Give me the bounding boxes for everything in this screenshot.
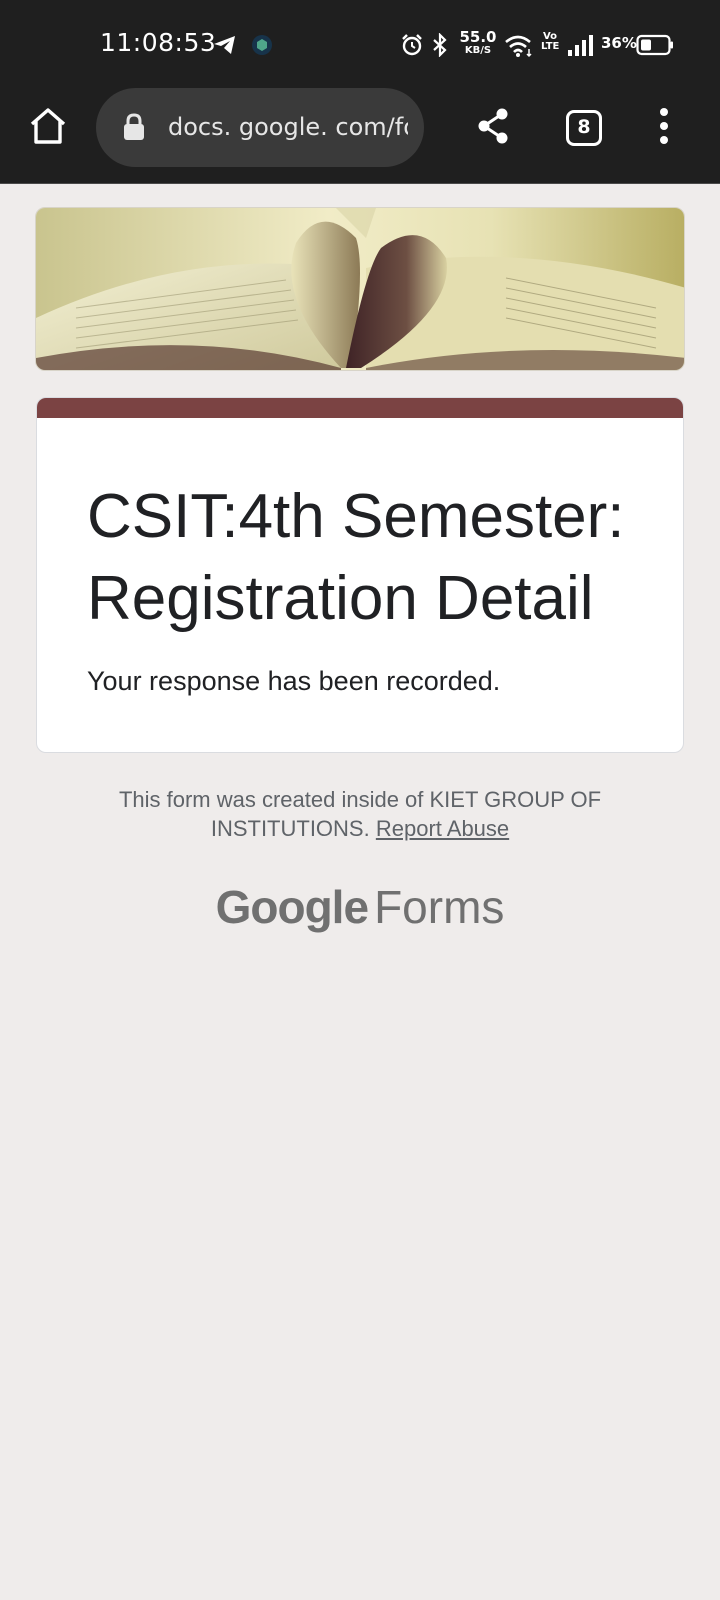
wifi-icon xyxy=(504,34,534,63)
logo-google-text: Google xyxy=(215,881,369,933)
volte-indicator: Vo LTE xyxy=(541,31,560,52)
more-options-icon[interactable] xyxy=(656,106,672,151)
browser-toolbar: docs. google. com/forms 8 xyxy=(0,88,720,184)
form-header-image xyxy=(35,207,685,371)
app-notification-icon xyxy=(251,34,273,61)
address-bar[interactable]: docs. google. com/forms xyxy=(96,88,424,167)
url-text[interactable]: docs. google. com/forms xyxy=(168,113,408,143)
card-accent-bar xyxy=(37,398,683,418)
home-icon[interactable] xyxy=(28,106,68,151)
created-inside-text: This form was created inside of KIET GRO… xyxy=(118,787,602,841)
tab-switcher-button[interactable]: 8 xyxy=(566,110,602,146)
battery-percent: 36% xyxy=(601,34,637,52)
battery-icon xyxy=(636,34,674,61)
alarm-icon xyxy=(400,33,424,62)
logo-forms-text: Forms xyxy=(374,881,505,933)
google-forms-logo[interactable]: Google Forms xyxy=(0,880,720,934)
form-confirmation-card: CSIT:4th Semester: Registration Detail Y… xyxy=(36,397,684,753)
status-bar: 11:08:53 55.0 KB/S Vo LTE 36% xyxy=(0,0,720,88)
share-icon[interactable] xyxy=(476,106,510,151)
status-time: 11:08:53 xyxy=(100,28,217,57)
footer-note: This form was created inside of KIET GRO… xyxy=(60,785,660,843)
form-title: CSIT:4th Semester: Registration Detail xyxy=(87,482,625,633)
network-speed: 55.0 KB/S xyxy=(459,28,497,56)
lock-icon[interactable] xyxy=(122,112,146,147)
response-message: Your response has been recorded. xyxy=(87,666,501,696)
telegram-icon xyxy=(213,34,237,61)
bluetooth-icon xyxy=(432,32,448,62)
signal-icon xyxy=(567,33,595,62)
report-abuse-link[interactable]: Report Abuse xyxy=(376,816,509,841)
